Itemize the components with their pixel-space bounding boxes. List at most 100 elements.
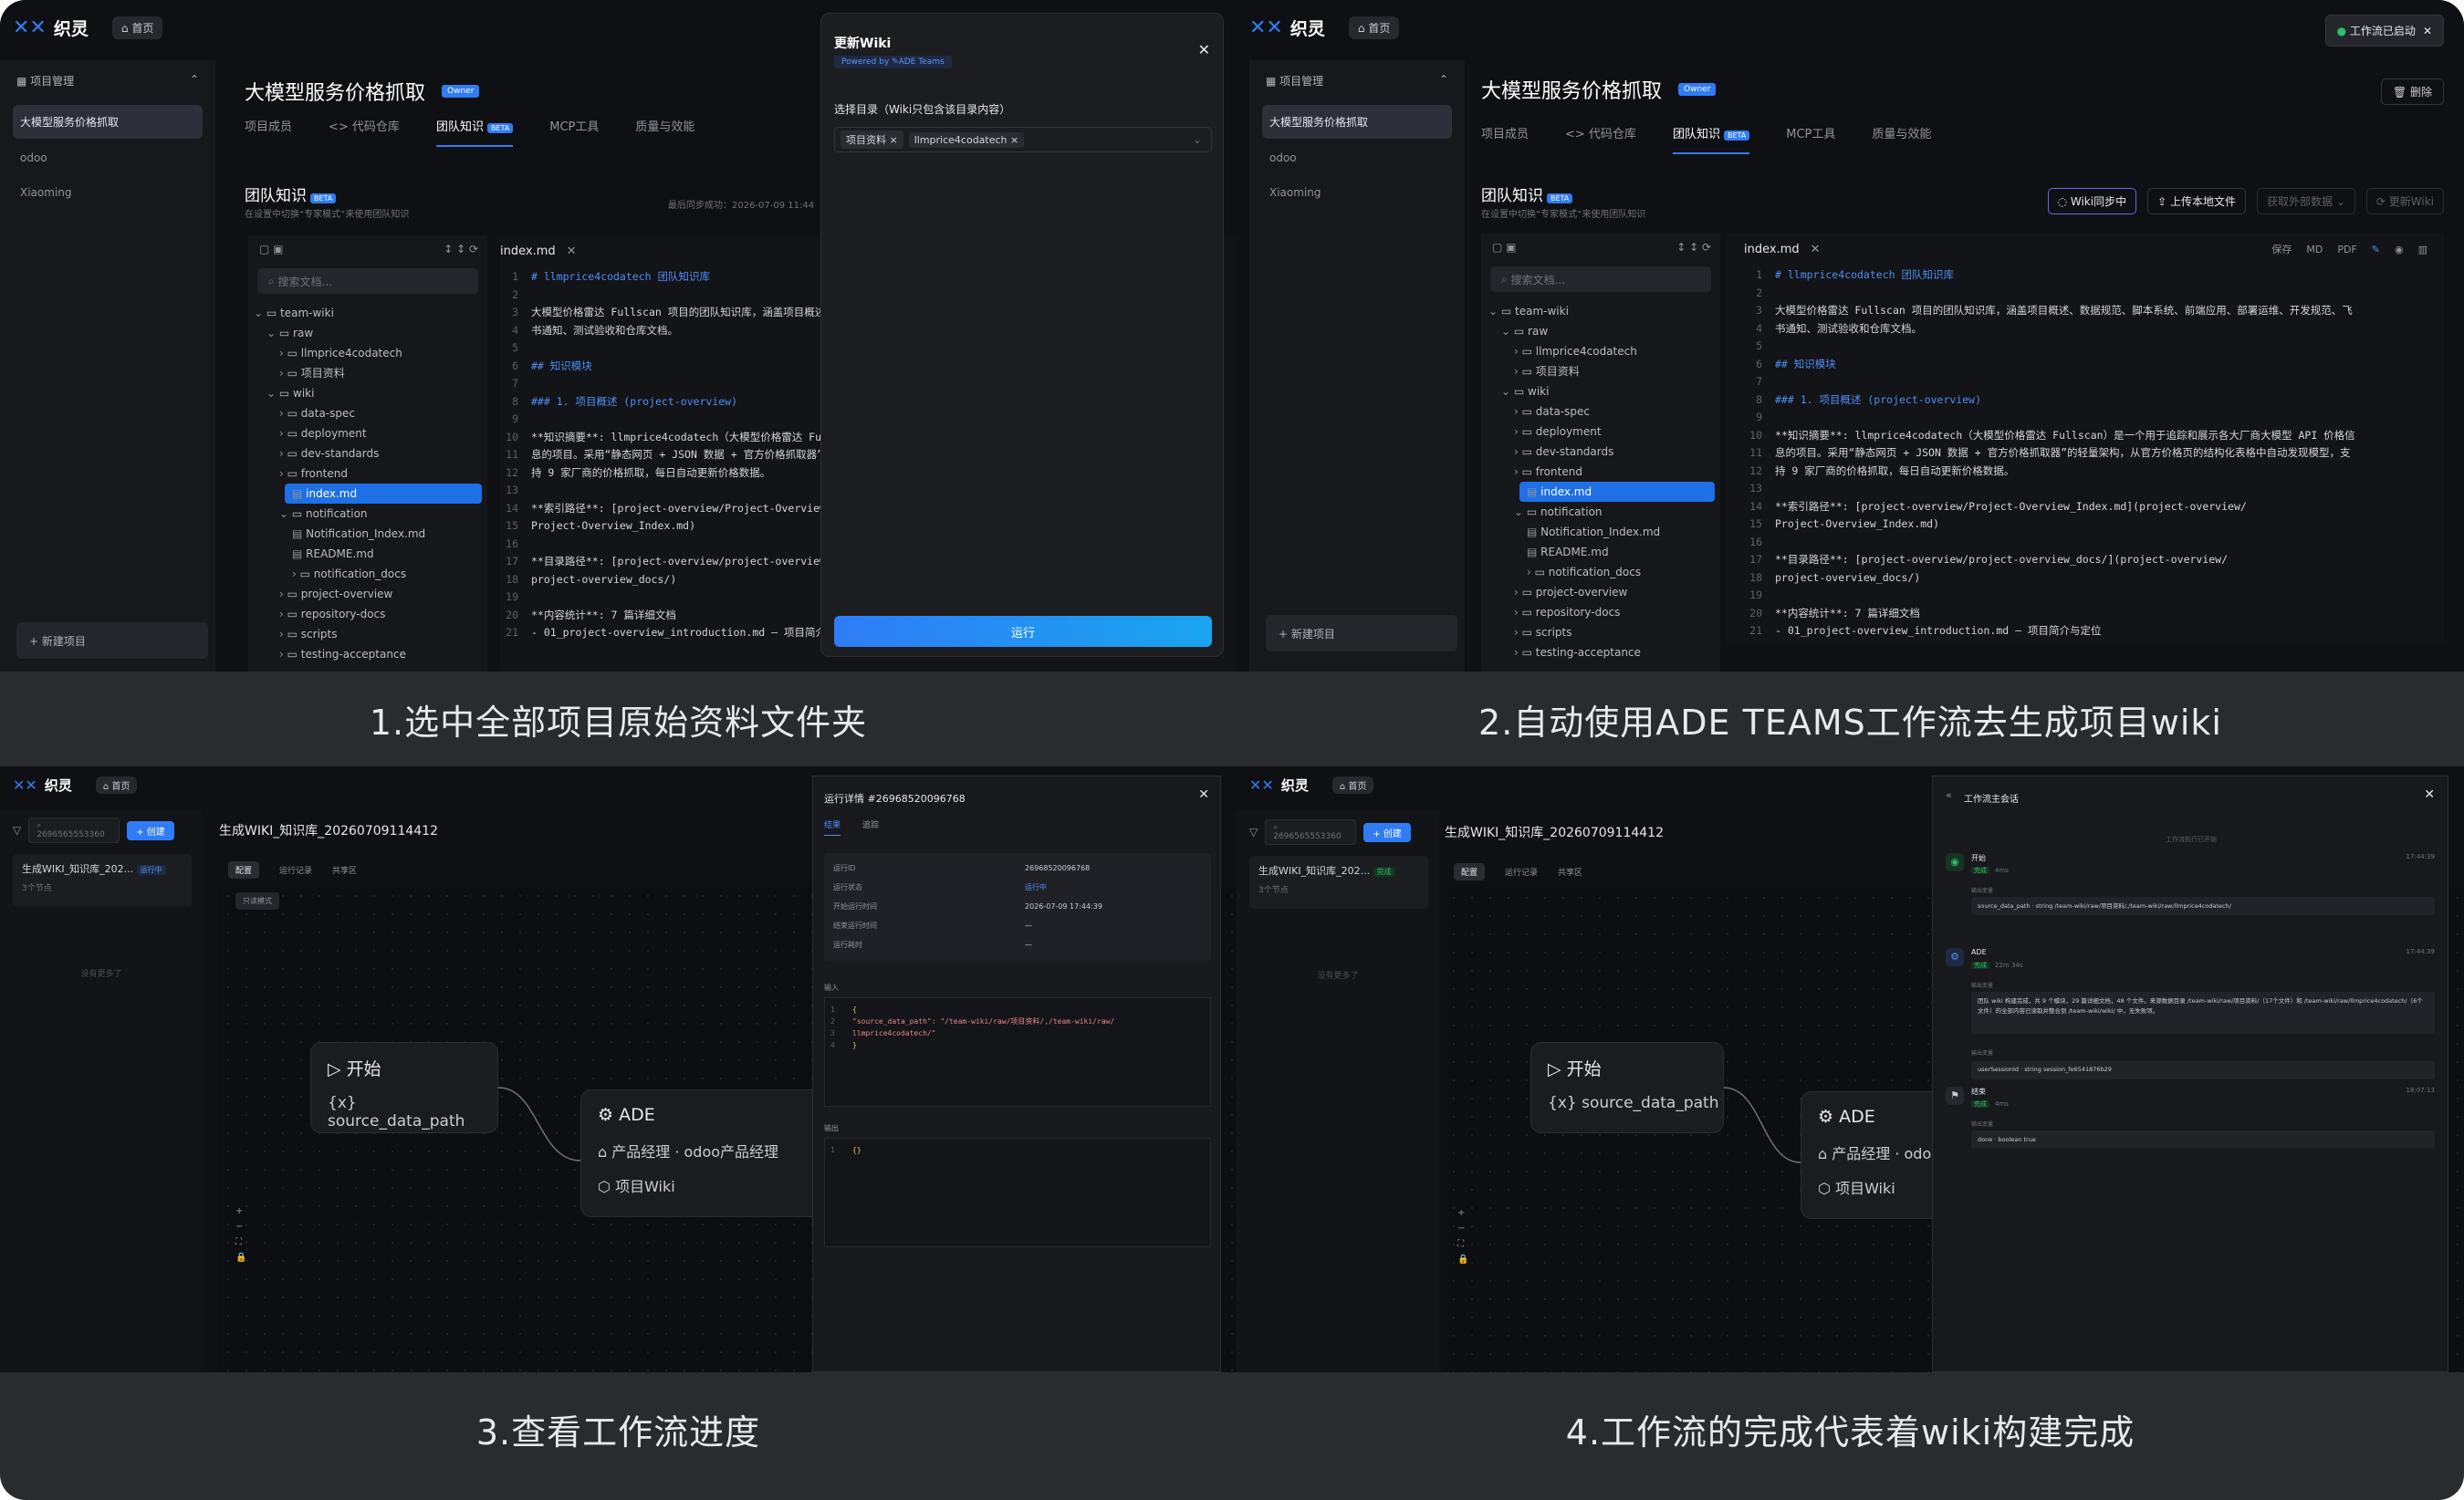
tab-mcp-tools[interactable]: MCP工具	[1786, 124, 1835, 154]
dir-select[interactable]: 项目资料 × llmprice4codatech × ⌄	[834, 127, 1212, 152]
sidebar-item-odoo[interactable]: odoo	[1262, 142, 1452, 173]
split-icon[interactable]: ▥	[2418, 234, 2427, 266]
md-button[interactable]: MD	[2306, 234, 2323, 266]
tab-team-knowledge[interactable]: 团队知识 BETA	[435, 117, 514, 147]
tree-node[interactable]: ⌄ ▭ wiki	[248, 383, 487, 403]
collapse-icon[interactable]: «	[1946, 789, 1952, 801]
fit-icon[interactable]: ⛶	[235, 1237, 246, 1247]
wiki-sync-button[interactable]: ◌ Wiki同步中	[2047, 188, 2137, 214]
tab-members[interactable]: 项目成员	[245, 117, 292, 147]
edit-icon[interactable]: ✎	[2372, 234, 2380, 266]
lock-icon[interactable]: 🔒	[235, 1253, 246, 1263]
lock-icon[interactable]: 🔒	[1457, 1255, 1468, 1265]
tree-node[interactable]: › ▭ 项目资料	[1481, 361, 1720, 381]
tree-node[interactable]: › ▭ repository-docs	[248, 604, 487, 624]
tab-trace[interactable]: 追踪	[862, 818, 879, 836]
subtab-shared[interactable]: 共享区	[332, 861, 357, 879]
sidebar-item-llmprice[interactable]: 大模型服务价格抓取	[13, 105, 203, 139]
tree-node[interactable]: › ▭ project-overview	[248, 584, 487, 604]
close-icon[interactable]: ✕	[2423, 25, 2432, 37]
tree-node[interactable]: › ▭ dev-standards	[1481, 442, 1720, 462]
tab-code-repo[interactable]: <> 代码仓库	[329, 117, 400, 147]
zoom-out-icon[interactable]: −	[1457, 1224, 1468, 1234]
sidebar-item-xiaoming[interactable]: Xiaoming	[13, 177, 203, 208]
sidebar-item-xiaoming[interactable]: Xiaoming	[1262, 177, 1452, 208]
new-file-icon[interactable]: ▢ ▣	[259, 243, 284, 255]
list-item[interactable]: 生成WIKI_知识库_202... 完成 3个节点	[1249, 856, 1428, 909]
tree-node[interactable]: ▤ index.md	[285, 484, 482, 504]
tab-members[interactable]: 项目成员	[1481, 124, 1529, 154]
tree-node[interactable]: › ▭ scripts	[248, 624, 487, 644]
tree-node[interactable]: › ▭ llmprice4codatech	[248, 343, 487, 363]
tree-node[interactable]: ⌄ ▭ wiki	[1481, 381, 1720, 401]
fetch-external-button[interactable]: 获取外部数据 ⌄	[2257, 188, 2355, 214]
delete-button[interactable]: 🗑 删除	[2380, 78, 2444, 105]
create-button[interactable]: + 创建	[1363, 822, 1411, 842]
tree-node[interactable]: › ▭ project-overview	[1481, 582, 1720, 602]
zoom-controls[interactable]: + − ⛶ 🔒	[1457, 1208, 1468, 1265]
tree-node[interactable]: ▤ Notification_Index.md	[1481, 522, 1720, 542]
home-button[interactable]: ⌂ 首页	[1348, 16, 1400, 39]
subtab-runs[interactable]: 运行记录	[279, 861, 312, 879]
tree-node[interactable]: ⌄ ▭ notification	[1481, 502, 1720, 522]
new-file-icon[interactable]: ▢ ▣	[1492, 241, 1517, 254]
workflow-search[interactable]: ▽ ⌕ 2696565553360 + 创建	[13, 818, 174, 843]
tab-quality[interactable]: 质量与效能	[635, 117, 694, 147]
editor-tab[interactable]: index.md ✕ 保存 MD PDF ✎ ◉ ▥	[1744, 234, 2444, 266]
tab-team-knowledge[interactable]: 团队知识 BETA	[1672, 124, 1750, 154]
list-item[interactable]: 生成WIKI_知识库_202... 运行中 3个节点	[13, 854, 192, 907]
tree-node[interactable]: ⌄ ▭ raw	[248, 323, 487, 343]
brand-logo[interactable]: ✕✕ 织灵	[13, 776, 72, 795]
doc-search-input[interactable]: ⌕ 搜索文档...	[257, 268, 478, 294]
tree-node[interactable]: › ▭ frontend	[1481, 462, 1720, 482]
refresh-icon[interactable]: ↕ ↕ ⟳	[444, 243, 478, 255]
tab-mcp-tools[interactable]: MCP工具	[549, 117, 599, 147]
tab-quality[interactable]: 质量与效能	[1872, 124, 1931, 154]
upload-button[interactable]: ⇪ 上传本地文件	[2147, 188, 2246, 214]
run-button[interactable]: 运行	[834, 616, 1212, 647]
tree-node[interactable]: ⌄ ▭ team-wiki	[1481, 301, 1720, 321]
tree-node[interactable]: › ▭ deployment	[1481, 422, 1720, 442]
tree-node[interactable]: ▤ README.md	[1481, 542, 1720, 562]
close-icon[interactable]: ✕	[1811, 243, 1821, 256]
tree-node[interactable]: › ▭ notification_docs	[1481, 562, 1720, 582]
tab-code-repo[interactable]: <> 代码仓库	[1565, 124, 1636, 154]
close-icon[interactable]: ✕	[567, 245, 577, 258]
new-project-button[interactable]: + 新建项目	[1266, 615, 1457, 651]
tree-node[interactable]: › ▭ testing-acceptance	[248, 644, 487, 664]
brand-logo[interactable]: ✕✕ 织灵	[13, 16, 89, 40]
tree-node[interactable]: › ▭ testing-acceptance	[1481, 642, 1720, 662]
filter-icon[interactable]: ▽	[1249, 826, 1258, 839]
eye-icon[interactable]: ◉	[2395, 234, 2404, 266]
chip[interactable]: llmprice4codatech ×	[908, 131, 1025, 148]
brand-logo[interactable]: ✕✕ 织灵	[1249, 16, 1325, 40]
subtab-runs[interactable]: 运行记录	[1505, 863, 1538, 880]
pdf-button[interactable]: PDF	[2337, 234, 2356, 266]
home-button[interactable]: ⌂ 首页	[111, 16, 163, 39]
home-button[interactable]: ⌂ 首页	[95, 776, 138, 794]
tree-node[interactable]: › ▭ 项目资料	[248, 363, 487, 383]
home-button[interactable]: ⌂ 首页	[1331, 776, 1374, 794]
close-icon[interactable]: ✕	[1198, 41, 1210, 58]
new-project-button[interactable]: + 新建项目	[16, 622, 208, 659]
close-icon[interactable]: ✕	[1198, 787, 1209, 802]
tree-node[interactable]: ▤ Notification_Index.md	[248, 524, 487, 544]
tree-node[interactable]: ⌄ ▭ raw	[1481, 321, 1720, 341]
sidebar-item-llmprice[interactable]: 大模型服务价格抓取	[1262, 105, 1452, 139]
chip[interactable]: 项目资料 ×	[840, 130, 903, 149]
workflow-search-input[interactable]: ⌕ 2696565553360	[28, 818, 120, 843]
tree-node[interactable]: › ▭ frontend	[248, 464, 487, 484]
tree-node[interactable]: › ▭ repository-docs	[1481, 602, 1720, 622]
tree-node[interactable]: ▤ README.md	[248, 544, 487, 564]
tree-node[interactable]: › ▭ scripts	[1481, 622, 1720, 642]
create-button[interactable]: + 创建	[127, 820, 174, 840]
tree-node[interactable]: › ▭ notification_docs	[248, 564, 487, 584]
sidebar-item-odoo[interactable]: odoo	[13, 142, 203, 173]
tree-node[interactable]: › ▭ deployment	[248, 423, 487, 443]
tree-node[interactable]: ⌄ ▭ notification	[248, 504, 487, 524]
subtab-shared[interactable]: 共享区	[1558, 863, 1582, 880]
fit-icon[interactable]: ⛶	[1457, 1239, 1468, 1249]
brand-logo[interactable]: ✕✕ 织灵	[1249, 776, 1309, 795]
powered-by[interactable]: Powered by ✎ADE Teams	[834, 56, 952, 68]
tree-node[interactable]: › ▭ data-spec	[1481, 401, 1720, 422]
